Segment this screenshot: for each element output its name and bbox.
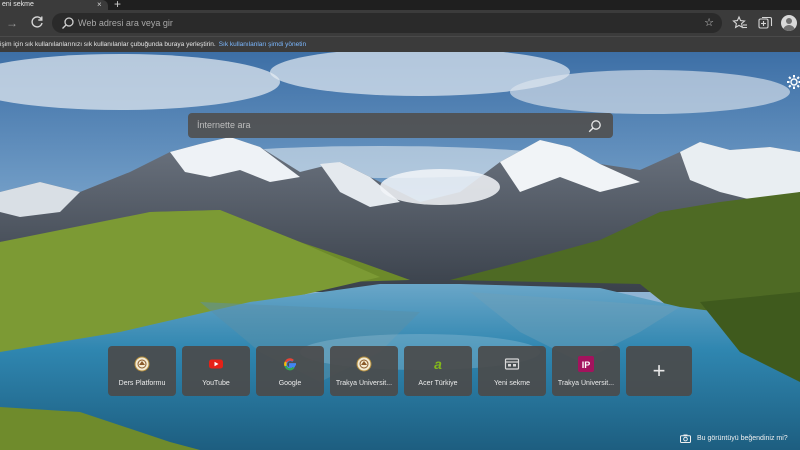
search-input[interactable]: İnternette ara [197, 113, 251, 138]
seal-icon [134, 356, 150, 372]
quick-link-trakya-universitesi[interactable]: Trakya Üniversit... [330, 346, 398, 396]
new-tab-page: İnternette ara Ders Platformu YouTube Go… [0, 52, 800, 450]
quick-link-label: Google [278, 380, 302, 387]
google-icon [284, 358, 296, 371]
favorites-bar-message: işim için sık kullanılanlarınızı sık kul… [0, 37, 306, 52]
address-bar[interactable]: Web adresi ara veya gir ☆ [52, 13, 722, 33]
new-tab-button[interactable]: + [114, 0, 121, 10]
ip-badge-text: IP [582, 360, 591, 370]
new-tab-icon [504, 358, 520, 370]
quick-link-label: YouTube [202, 380, 230, 387]
add-quick-link-button[interactable]: + [626, 346, 692, 396]
svg-text:a: a [434, 356, 442, 372]
search-icon [62, 17, 74, 29]
quick-link-label: Ders Platformu [118, 380, 166, 387]
acer-icon: a [434, 356, 442, 372]
collections-icon[interactable] [757, 15, 773, 31]
toolbar: → Web adresi ara veya gir ☆ [0, 10, 800, 36]
refresh-icon[interactable] [29, 14, 45, 30]
page-settings-gear-icon[interactable] [786, 74, 800, 90]
favorites-bar-text: işim için sık kullanılanlarınızı sık kul… [0, 41, 216, 48]
camera-icon [680, 434, 691, 443]
web-search-box[interactable]: İnternette ara [188, 113, 613, 138]
tab-new-tab[interactable]: eni sekme × [0, 0, 108, 10]
tab-strip: eni sekme × + [0, 0, 800, 10]
tab-title: eni sekme [2, 1, 34, 8]
seal-icon [356, 356, 372, 372]
favorites-bar: işim için sık kullanılanlarınızı sık kul… [0, 36, 800, 52]
manage-favorites-link[interactable]: Sık kullanılanları şimdi yönetin [219, 41, 306, 48]
quick-link-google[interactable]: Google [256, 346, 324, 396]
address-placeholder: Web adresi ara veya gir [78, 18, 173, 28]
quick-link-label: Trakya Üniversit... [335, 380, 393, 387]
favorites-icon[interactable] [732, 15, 748, 31]
youtube-icon [209, 359, 223, 369]
tab-close-icon[interactable]: × [97, 0, 102, 10]
quick-link-trakya-universitesi-ip[interactable]: IP Trakya Üniversit... [552, 346, 620, 396]
quick-link-label: Yeni sekme [494, 380, 530, 387]
quick-link-label: Trakya Üniversit... [557, 380, 615, 387]
search-icon[interactable] [588, 119, 602, 133]
image-feedback-text: Bu görüntüyü beğendiniz mi? [697, 435, 788, 442]
add-favorite-star-icon[interactable]: ☆ [704, 16, 714, 30]
quick-link-acer-turkiye[interactable]: a Acer Türkiye [404, 346, 472, 396]
profile-avatar[interactable] [781, 15, 797, 31]
quick-link-label: Acer Türkiye [418, 380, 458, 387]
forward-button[interactable]: → [6, 16, 18, 30]
quick-link-ders-platformu[interactable]: Ders Platformu [108, 346, 176, 396]
ip-icon: IP [578, 356, 594, 372]
quick-link-yeni-sekme[interactable]: Yeni sekme [478, 346, 546, 396]
add-icon: + [652, 358, 666, 383]
quick-link-youtube[interactable]: YouTube [182, 346, 250, 396]
